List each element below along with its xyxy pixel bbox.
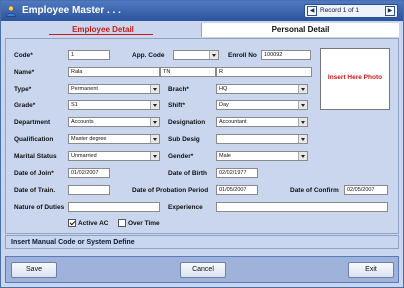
tab-employee-detail-label: Employee Detail	[72, 25, 134, 34]
designation-label: Designation	[168, 119, 206, 126]
date-of-birth-label: Date of Birth	[168, 170, 207, 177]
first-name-field[interactable]: Rala	[68, 67, 160, 77]
chevron-down-icon	[298, 152, 307, 160]
save-button[interactable]: Save	[11, 262, 57, 278]
marital-status-label: Marital Status	[14, 153, 57, 160]
photo-placeholder[interactable]: Insert Here Photo	[320, 48, 390, 110]
date-of-join-label: Date of Join*	[14, 170, 54, 177]
record-counter: Record 1 of 1	[320, 7, 360, 14]
marital-status-select[interactable]: Unmarried	[68, 151, 160, 161]
code-field[interactable]: 1	[68, 50, 110, 60]
sub-desig-label: Sub Desig	[168, 136, 200, 143]
chevron-down-icon	[298, 85, 307, 93]
chevron-down-icon	[150, 135, 159, 143]
nature-of-duties-field[interactable]	[68, 202, 160, 212]
exit-button[interactable]: Exit	[348, 262, 394, 278]
exit-button-label: Exit	[365, 266, 377, 273]
employee-icon	[6, 5, 16, 17]
active-tab-underline	[49, 34, 153, 35]
title-bar: Employee Master . . . ◀ Record 1 of 1 ▶	[1, 1, 403, 21]
tab-personal-detail-label: Personal Detail	[271, 25, 330, 34]
last-name-field[interactable]: R	[216, 67, 312, 77]
app-code-label: App. Code	[132, 52, 165, 59]
shift-value: Day	[219, 102, 229, 108]
chevron-down-icon	[298, 135, 307, 143]
type-label: Type*	[14, 86, 32, 93]
grade-label: Grade*	[14, 102, 36, 109]
shift-select[interactable]: Day	[216, 100, 308, 110]
chevron-down-icon	[150, 118, 159, 126]
designation-value: Accountant	[219, 119, 247, 125]
brach-label: Brach*	[168, 86, 189, 93]
brach-select[interactable]: HQ	[216, 84, 308, 94]
status-hint-bar: Insert Manual Code or System Define	[5, 235, 399, 249]
qualification-label: Qualification	[14, 136, 54, 143]
name-label: Name*	[14, 69, 35, 76]
app-code-select[interactable]	[173, 50, 219, 60]
status-hint-text: Insert Manual Code or System Define	[11, 239, 135, 246]
brach-value: HQ	[219, 86, 228, 92]
date-of-train-label: Date of Train.	[14, 187, 56, 194]
gender-label: Gender*	[168, 153, 194, 160]
chevron-down-icon	[150, 152, 159, 160]
chevron-down-icon	[150, 85, 159, 93]
qualification-value: Master degree	[71, 136, 107, 142]
code-label: Code*	[14, 52, 33, 59]
gender-select[interactable]: Male	[216, 151, 308, 161]
next-record-button[interactable]: ▶	[385, 6, 395, 16]
employee-master-window: Employee Master . . . ◀ Record 1 of 1 ▶ …	[0, 0, 404, 288]
window-title: Employee Master . . .	[22, 5, 121, 16]
cancel-button[interactable]: Cancel	[180, 262, 226, 278]
photo-placeholder-text: Insert Here Photo	[327, 74, 383, 81]
grade-select[interactable]: S1	[68, 100, 160, 110]
date-of-train-field[interactable]	[68, 185, 110, 195]
date-of-birth-field[interactable]: 02/02/1977	[216, 168, 258, 178]
marital-status-value: Unmarried	[71, 153, 97, 159]
date-of-confirm-label: Date of Confirm	[290, 187, 339, 194]
button-bar: Save Cancel Exit	[5, 256, 399, 283]
over-time-checkbox[interactable]	[118, 219, 126, 227]
sub-desig-select[interactable]	[216, 134, 308, 144]
type-value: Permanent	[71, 86, 98, 92]
date-of-confirm-field[interactable]: 02/05/2007	[344, 185, 388, 195]
chevron-down-icon	[209, 51, 218, 59]
department-label: Department	[14, 119, 51, 126]
save-button-label: Save	[26, 266, 42, 273]
department-select[interactable]: Accounts	[68, 117, 160, 127]
active-ac-label: Active AC	[78, 220, 109, 227]
experience-field[interactable]	[216, 202, 388, 212]
date-of-probation-field[interactable]: 01/05/2007	[216, 185, 258, 195]
tab-employee-detail[interactable]: Employee Detail	[5, 23, 201, 37]
over-time-label: Over Time	[128, 220, 160, 227]
record-navigator: ◀ Record 1 of 1 ▶	[304, 4, 398, 18]
chevron-down-icon	[298, 118, 307, 126]
enroll-no-label: Enroll No	[228, 52, 257, 59]
nature-of-duties-label: Nature of Duties	[14, 204, 65, 211]
chevron-down-icon	[150, 101, 159, 109]
experience-label: Experience	[168, 204, 203, 211]
enroll-no-field[interactable]: 100092	[261, 50, 311, 60]
shift-label: Shift*	[168, 102, 185, 109]
chevron-down-icon	[298, 101, 307, 109]
date-of-probation-label: Date of Probation Period	[132, 187, 209, 194]
department-value: Accounts	[71, 119, 94, 125]
middle-name-field[interactable]: TN	[160, 67, 216, 77]
employee-detail-panel: Code* 1 App. Code Enroll No 100092 Name*…	[5, 38, 399, 234]
date-of-join-field[interactable]: 01/02/2007	[68, 168, 110, 178]
grade-value: S1	[71, 102, 78, 108]
designation-select[interactable]: Accountant	[216, 117, 308, 127]
previous-record-button[interactable]: ◀	[307, 6, 317, 16]
tab-strip: Employee Detail Personal Detail	[5, 23, 399, 37]
active-ac-checkbox[interactable]	[68, 219, 76, 227]
qualification-select[interactable]: Master degree	[68, 134, 160, 144]
cancel-button-label: Cancel	[192, 266, 214, 273]
gender-value: Male	[219, 153, 231, 159]
tab-personal-detail[interactable]: Personal Detail	[201, 23, 399, 37]
type-select[interactable]: Permanent	[68, 84, 160, 94]
